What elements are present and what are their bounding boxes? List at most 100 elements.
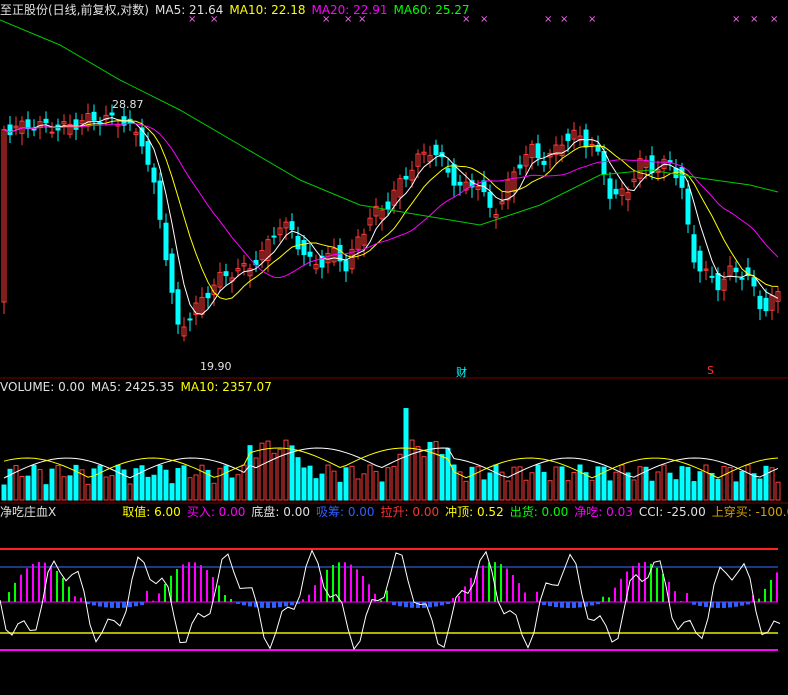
volume-bar	[151, 474, 157, 501]
candle-body	[295, 235, 301, 250]
volume-bar	[349, 465, 355, 501]
volume-bar	[667, 472, 673, 501]
volume-bar	[433, 441, 439, 501]
indicator-bar	[314, 585, 316, 602]
volume-bar	[319, 473, 325, 501]
candle-body	[175, 289, 181, 325]
stock-chart[interactable]: × × × × × × × × × × × × ×	[0, 0, 788, 695]
indicator-bar	[8, 592, 10, 602]
volume-bar	[397, 453, 403, 501]
signal-marker: ×	[588, 14, 596, 25]
volume-bar	[193, 474, 199, 501]
volume-bar	[265, 440, 271, 501]
indicator-bar	[734, 602, 738, 607]
indicator-bar	[146, 590, 148, 602]
candle-body	[433, 144, 439, 156]
indicator-bar	[260, 602, 264, 608]
indicator-bar	[248, 602, 252, 607]
volume-bar	[127, 483, 133, 501]
indicator-bar	[266, 602, 270, 608]
volume-bar	[271, 452, 277, 501]
volume-bar	[529, 472, 535, 501]
signal-marker: ×	[188, 14, 196, 25]
candle-body	[733, 267, 739, 273]
volume-bar	[655, 471, 661, 501]
indicator-bar	[422, 602, 426, 608]
candle-body	[607, 178, 613, 199]
indicator-bar	[164, 583, 166, 602]
indicator-bar	[32, 564, 34, 602]
candle-body	[709, 275, 715, 278]
indicator-bar	[14, 582, 16, 602]
indicator-bar	[638, 562, 640, 602]
indicator-bar	[194, 562, 196, 602]
volume-bar	[301, 467, 307, 501]
volume-bar	[343, 467, 349, 501]
volume-bar	[355, 478, 361, 501]
volume-bar	[463, 480, 469, 501]
volume-bar	[715, 478, 721, 501]
indicator-bar	[284, 602, 288, 607]
indicator-bar	[374, 593, 376, 602]
volume-bar	[451, 464, 457, 501]
volume-bar	[595, 466, 601, 501]
indicator-bar	[728, 602, 732, 608]
indicator-bar	[206, 570, 208, 602]
signal-marker: ×	[750, 14, 758, 25]
indicator-bar	[236, 602, 240, 604]
indicator-bar	[200, 565, 202, 602]
volume-bar	[439, 454, 445, 501]
indicator-bar	[428, 602, 432, 608]
volume-bar	[331, 470, 337, 501]
volume-bar	[169, 483, 175, 501]
indicator-bar	[104, 602, 108, 608]
signal-marker: ×	[462, 14, 470, 25]
volume-bar	[673, 479, 679, 501]
volume-bar	[637, 466, 643, 501]
candle-body	[541, 160, 547, 165]
signal-marker: ×	[358, 14, 366, 25]
indicator-bar	[230, 598, 232, 602]
volume-bar	[223, 465, 229, 501]
volume-bar	[559, 466, 565, 501]
candle-body	[49, 131, 55, 134]
volume-bar	[679, 466, 685, 501]
indicator-bar	[548, 602, 552, 607]
candle-body	[43, 118, 49, 124]
volume-bar	[745, 464, 751, 501]
volume-bar	[577, 464, 583, 501]
indicator-bar	[290, 602, 294, 606]
indicator-bar	[398, 602, 402, 607]
volume-bar	[307, 465, 313, 501]
signal-marker: ×	[544, 14, 552, 25]
indicator-bar	[92, 602, 96, 606]
volume-bar	[283, 439, 289, 501]
indicator-bar	[536, 591, 538, 602]
volume-bar	[535, 464, 541, 501]
volume-bar	[175, 468, 181, 501]
candle-body	[289, 221, 295, 231]
indicator-bar	[452, 598, 454, 602]
indicator-bar	[20, 574, 22, 602]
indicator-bar	[242, 602, 246, 606]
indicator-bar	[176, 569, 178, 602]
candle-body	[7, 124, 13, 136]
indicator-bar	[740, 602, 744, 606]
candle-body	[91, 111, 97, 121]
indicator-bar	[446, 602, 450, 605]
indicator-bar	[596, 602, 600, 605]
indicator-bar	[368, 584, 370, 602]
volume-bar	[163, 469, 169, 501]
volume-bar	[145, 476, 151, 501]
candle-body	[451, 164, 457, 186]
candle-body	[601, 150, 607, 175]
candle-body	[517, 164, 523, 169]
indicator-bar	[674, 591, 676, 602]
volume-bar	[697, 471, 703, 501]
indicator-bar	[560, 602, 564, 608]
ma5-line	[3, 117, 779, 315]
volume-bar	[67, 475, 73, 501]
indicator-bar	[746, 602, 750, 605]
indicator-bar	[608, 597, 610, 602]
volume-bar	[445, 447, 451, 501]
